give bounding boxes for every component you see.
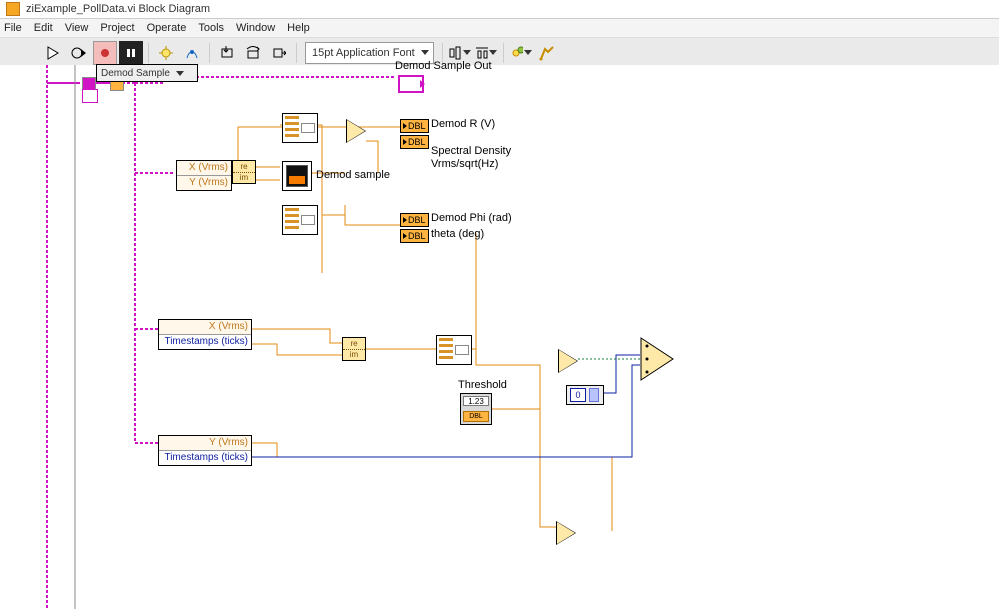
case-selector[interactable]: Demod Sample (96, 64, 198, 82)
dbl-terminal-phi[interactable]: DBL (400, 213, 429, 227)
threshold-label: Threshold (458, 379, 507, 391)
block-diagram-canvas[interactable]: Demod Sample Demod Sample Out X (Vrms) Y… (0, 65, 999, 609)
out-label: Demod Sample Out (395, 60, 492, 72)
app-icon (6, 2, 20, 16)
abort-button[interactable] (93, 41, 117, 65)
slash-node[interactable] (82, 89, 98, 103)
run-button[interactable] (41, 41, 65, 65)
greater-than-node[interactable] (558, 349, 578, 373)
unbundle-row-y: Y (Vrms) (177, 176, 231, 190)
im-label: im (233, 173, 255, 183)
sd-label-2: Vrms/sqrt(Hz) (431, 158, 498, 170)
build-array-node-3[interactable] (436, 335, 472, 365)
build-array-node-2[interactable] (282, 205, 318, 235)
threshold-value: 1.23 (463, 396, 489, 406)
unbundle-row-y2: Y (Vrms) (159, 436, 251, 451)
menu-project[interactable]: Project (100, 22, 134, 34)
build-array-node-1[interactable] (282, 113, 318, 143)
re-im-to-complex[interactable]: re im (232, 160, 256, 184)
sd-label-1: Spectral Density (431, 145, 511, 157)
window-title: ziExample_PollData.vi Block Diagram (26, 3, 210, 15)
chevron-down-icon (421, 50, 429, 55)
numeric-constant[interactable]: 0 (566, 385, 604, 405)
theta-label: theta (deg) (431, 228, 484, 240)
menu-edit[interactable]: Edit (34, 22, 53, 34)
unbundle-row-ts1: Timestamps (ticks) (159, 335, 251, 349)
numeric-constant-value: 0 (570, 388, 586, 402)
greater-than-node-2[interactable] (556, 521, 576, 545)
chevron-down-icon (176, 71, 184, 76)
multiply-node[interactable] (346, 119, 366, 143)
reorder-button[interactable] (535, 41, 559, 65)
re-label-2: re (343, 339, 365, 350)
menu-window[interactable]: Window (236, 22, 275, 34)
step-over-button[interactable] (241, 41, 265, 65)
threshold-control[interactable]: 1.23 DBL (460, 393, 492, 425)
unbundle-xt[interactable]: X (Vrms) Timestamps (ticks) (158, 319, 252, 350)
re-im-to-complex-2[interactable]: re im (342, 337, 366, 361)
title-bar: ziExample_PollData.vi Block Diagram (0, 0, 999, 19)
case-selector-label: Demod Sample (101, 68, 170, 79)
menu-help[interactable]: Help (287, 22, 310, 34)
font-label: 15pt Application Font (312, 47, 415, 59)
step-out-button[interactable] (267, 41, 291, 65)
chart-label: Demod sample (316, 169, 390, 181)
run-cont-button[interactable] (67, 41, 91, 65)
demod-sample-out-indicator[interactable] (398, 75, 424, 93)
unbundle-xy[interactable]: X (Vrms) Y (Vrms) (176, 160, 232, 191)
re-label: re (233, 162, 255, 173)
menu-file[interactable]: File (4, 22, 22, 34)
menu-operate[interactable]: Operate (147, 22, 187, 34)
pause-button[interactable] (119, 41, 143, 65)
waveform-chart-node[interactable] (282, 161, 312, 191)
menu-view[interactable]: View (65, 22, 89, 34)
step-into-button[interactable] (215, 41, 239, 65)
chevron-down-icon (463, 50, 471, 55)
retain-wire-button[interactable] (180, 41, 204, 65)
dbl-terminal-r[interactable]: DBL (400, 119, 429, 133)
phi-label: Demod Phi (rad) (431, 212, 512, 224)
r-label: Demod R (V) (431, 118, 495, 130)
dbl-terminal-theta[interactable]: DBL (400, 229, 429, 243)
chevron-down-icon (489, 50, 497, 55)
menu-tools[interactable]: Tools (198, 22, 224, 34)
highlight-exec-button[interactable] (154, 41, 178, 65)
cleanup-button[interactable] (509, 41, 533, 65)
menu-bar: File Edit View Project Operate Tools Win… (0, 19, 999, 38)
numeric-constant-type (589, 388, 599, 402)
dbl-terminal-sd[interactable]: DBL (400, 135, 429, 149)
select-node[interactable] (640, 337, 674, 384)
unbundle-yt[interactable]: Y (Vrms) Timestamps (ticks) (158, 435, 252, 466)
chevron-down-icon (524, 50, 532, 55)
unbundle-row-x2: X (Vrms) (159, 320, 251, 335)
unbundle-row-ts2: Timestamps (ticks) (159, 451, 251, 465)
unbundle-row-x: X (Vrms) (177, 161, 231, 176)
threshold-dbl: DBL (463, 411, 489, 422)
im-label-2: im (343, 350, 365, 360)
